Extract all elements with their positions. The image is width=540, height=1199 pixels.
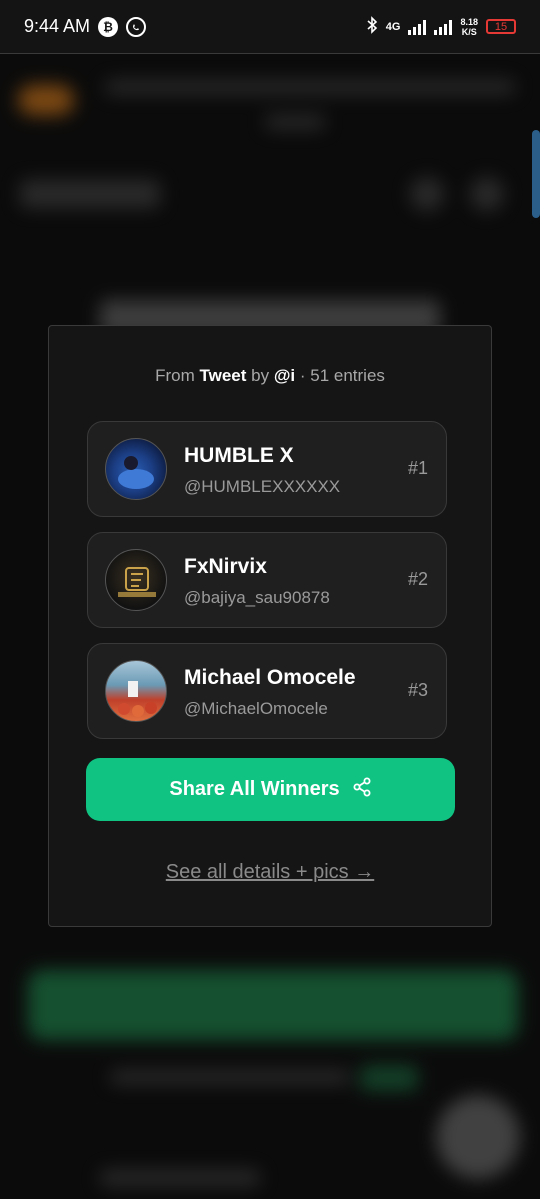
whatsapp-icon — [126, 16, 147, 37]
background-bottom-text — [100, 1170, 260, 1186]
status-time: 9:44 AM — [24, 16, 91, 36]
network-speed-value: 8.18 — [460, 16, 478, 27]
bitcoin-app-icon: ₿ — [98, 16, 119, 37]
winner-rank: #3 — [407, 680, 428, 700]
signal-icon-2 — [434, 19, 453, 35]
winner-rank: #2 — [407, 569, 428, 589]
background-footer-tag — [360, 1065, 418, 1091]
winner-name: HUMBLE X — [184, 444, 294, 467]
status-bar: 9:44 AM ₿ 4G 8.18 K/S 15 — [0, 0, 540, 54]
bluetooth-icon — [366, 16, 378, 37]
battery-icon: 15 — [486, 19, 516, 34]
see-all-details-link[interactable]: See all details + pics → — [49, 861, 491, 884]
background-header-icon-1 — [410, 177, 444, 211]
winner-name: Michael Omocele — [184, 666, 356, 689]
share-button-label: Share All Winners — [169, 778, 340, 800]
background-fab — [436, 1095, 520, 1179]
winner-card-2[interactable]: FxNirvix @bajiya_sau90878 #2 — [87, 532, 447, 628]
winner-name: FxNirvix — [184, 555, 267, 578]
winner-rank: #1 — [407, 458, 428, 478]
background-banner-text — [105, 80, 515, 94]
source-type: Tweet — [199, 366, 247, 385]
background-logo — [20, 180, 160, 208]
background-primary-button — [28, 970, 518, 1040]
winner-handle: @HUMBLEXXXXXX — [184, 477, 341, 496]
background-header-icon-2 — [470, 177, 504, 211]
background-banner-text-2 — [265, 115, 325, 129]
network-type: 4G — [385, 20, 401, 33]
share-icon — [352, 777, 372, 803]
winner-card-3[interactable]: Michael Omocele @MichaelOmocele #3 — [87, 643, 447, 739]
scrollbar[interactable] — [532, 130, 540, 218]
source-author: @i — [273, 366, 296, 385]
background-badge — [18, 85, 74, 115]
winner-card-1[interactable]: HUMBLE X @HUMBLEXXXXXX #1 — [87, 421, 447, 517]
source-by: by — [251, 366, 270, 385]
winner-handle: @bajiya_sau90878 — [184, 588, 330, 607]
modal-source-line: From Tweet by @i · 51 entries — [49, 366, 491, 386]
background-footer-text — [110, 1070, 350, 1084]
avatar — [105, 549, 167, 611]
share-all-winners-button[interactable]: Share All Winners — [86, 758, 455, 821]
winners-modal: From Tweet by @i · 51 entries HUMBLE X @… — [48, 325, 492, 927]
winner-handle: @MichaelOmocele — [184, 699, 328, 718]
source-prefix: From — [155, 366, 195, 385]
avatar — [105, 438, 167, 500]
avatar — [105, 660, 167, 722]
network-speed-unit: K/S — [461, 26, 477, 37]
signal-icon-1 — [408, 19, 427, 35]
source-entries: · 51 entries — [299, 366, 385, 385]
network-speed: 8.18 K/S — [460, 17, 478, 37]
